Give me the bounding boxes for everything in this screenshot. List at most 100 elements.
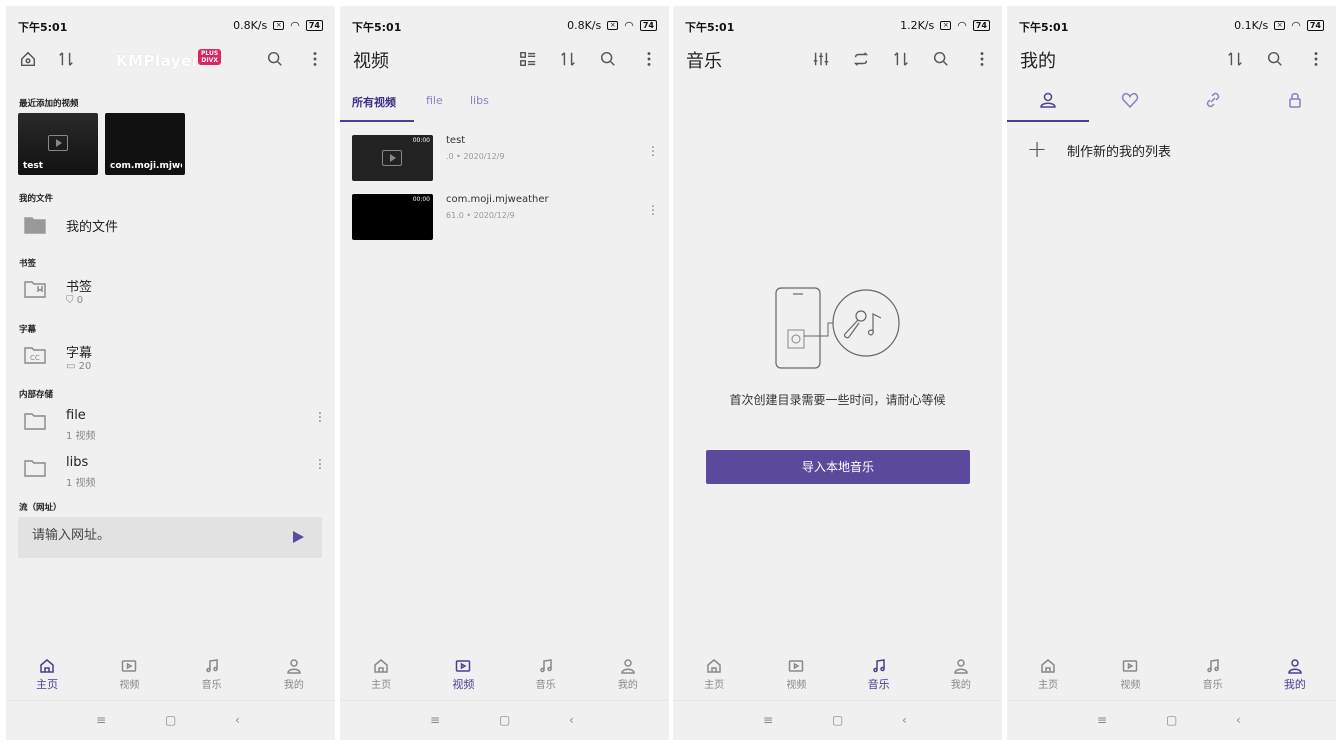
nav-video[interactable]: 视频: [1089, 654, 1171, 698]
tab-person-icon[interactable]: [1039, 91, 1061, 113]
folder-more-icon[interactable]: · · ·: [317, 407, 323, 429]
nav-home-label: 主页: [371, 680, 392, 691]
repeat-icon[interactable]: [849, 47, 873, 71]
video-list-item[interactable]: 00:00 com.moji.mjweather 61.0 • 2020/12/…: [340, 194, 669, 244]
folder-row[interactable]: file 1 视频 · · ·: [6, 404, 335, 444]
music-icon: [205, 659, 218, 673]
music-screen: 下午5:01 1.2K/s × ◠ 74 音乐 首次创建目录需要一些时间，请耐心等候 …: [673, 6, 1002, 740]
video-more-icon[interactable]: · · ·: [651, 201, 655, 222]
more-menu-icon[interactable]: [970, 47, 994, 71]
nav-video[interactable]: 视频: [755, 654, 837, 698]
nav-home-label: 主页: [704, 680, 725, 691]
video-tabs: 所有视频 file libs: [340, 86, 669, 122]
video-more-icon[interactable]: · · ·: [651, 142, 655, 163]
music-icon: [872, 659, 885, 673]
folder-more-icon[interactable]: · · ·: [317, 454, 323, 476]
page-title: 视频: [353, 51, 389, 72]
back-sys-icon[interactable]: ‹: [1236, 713, 1241, 727]
sort-icon[interactable]: [1223, 47, 1247, 71]
home-sys-icon[interactable]: ▢: [499, 713, 510, 727]
play-icon: [382, 150, 402, 166]
more-menu-icon[interactable]: [637, 47, 661, 71]
home-icon: [1041, 659, 1055, 673]
bottom-nav: 主页 视频 音乐 我的: [673, 654, 1002, 698]
app-bar: 音乐: [673, 44, 1002, 76]
search-icon[interactable]: [1263, 47, 1287, 71]
menu-sys-icon[interactable]: ≡: [430, 713, 440, 727]
nav-video-label: 视频: [1120, 680, 1141, 691]
mine-tabs: [1007, 86, 1336, 122]
mine-screen: 下午5:01 0.1K/s × ◠ 74 我的 + 制作新的我的列表 主页 视频 音乐…: [1007, 6, 1336, 740]
recent-video-thumb[interactable]: com.moji.mjweat: [105, 113, 185, 175]
tab-heart-icon[interactable]: [1121, 91, 1143, 113]
sort-icon[interactable]: [556, 47, 580, 71]
back-sys-icon[interactable]: ‹: [569, 713, 574, 727]
nav-music-label: 音乐: [535, 680, 556, 691]
nav-home[interactable]: 主页: [6, 654, 88, 698]
back-sys-icon[interactable]: ‹: [902, 713, 907, 727]
nav-mine[interactable]: 我的: [253, 654, 335, 698]
wifi-icon: ◠: [624, 19, 634, 32]
video-icon: [1123, 660, 1138, 672]
nav-video[interactable]: 视频: [422, 654, 504, 698]
new-list-label: 制作新的我的列表: [1067, 145, 1172, 160]
nav-home[interactable]: 主页: [1007, 654, 1089, 698]
nav-music[interactable]: 音乐: [1172, 654, 1254, 698]
nav-mine-label: 我的: [950, 680, 971, 691]
home-sys-icon[interactable]: ▢: [832, 713, 843, 727]
music-icon: [539, 659, 552, 673]
battery-icon: 74: [1306, 20, 1324, 31]
video-meta: .0 • 2020/12/9: [446, 152, 505, 161]
bookmarks-row[interactable]: 书签 ⛉ 0: [6, 272, 335, 312]
tab-all-videos[interactable]: 所有视频: [352, 94, 396, 110]
view-mode-icon[interactable]: [516, 47, 540, 71]
video-name: test: [446, 135, 466, 146]
search-icon[interactable]: [929, 47, 953, 71]
nav-mine[interactable]: 我的: [1254, 654, 1336, 698]
nav-music[interactable]: 音乐: [505, 654, 587, 698]
bookmarks-count: ⛉ 0: [66, 295, 84, 306]
search-icon[interactable]: [596, 47, 620, 71]
myfiles-title: 我的文件: [66, 220, 119, 235]
nav-music[interactable]: 音乐: [171, 654, 253, 698]
tab-lock-icon[interactable]: [1286, 91, 1308, 113]
sort-icon[interactable]: [54, 47, 78, 71]
subtitles-row[interactable]: CC 字幕 ▭ 20: [6, 338, 335, 378]
nav-mine[interactable]: 我的: [587, 654, 669, 698]
home-sys-icon[interactable]: ▢: [1166, 713, 1177, 727]
tab-libs[interactable]: libs: [470, 94, 489, 107]
menu-sys-icon[interactable]: ≡: [1097, 713, 1107, 727]
search-icon[interactable]: [263, 47, 287, 71]
equalizer-icon[interactable]: [809, 47, 833, 71]
more-menu-icon[interactable]: [1304, 47, 1328, 71]
recent-video-thumb[interactable]: test: [18, 113, 98, 175]
tab-indicator: [340, 120, 414, 122]
home-settings-icon[interactable]: [16, 47, 40, 71]
folder-row[interactable]: libs 1 视频 · · ·: [6, 451, 335, 491]
tab-link-icon[interactable]: [1204, 91, 1226, 113]
play-url-button[interactable]: [293, 531, 304, 543]
menu-sys-icon[interactable]: ≡: [763, 713, 773, 727]
tab-file[interactable]: file: [426, 94, 443, 107]
nav-music[interactable]: 音乐: [838, 654, 920, 698]
sort-icon[interactable]: [889, 47, 913, 71]
home-icon: [374, 659, 388, 673]
video-list-item[interactable]: 00:00 test .0 • 2020/12/9 · · ·: [340, 135, 669, 185]
nav-mine[interactable]: 我的: [920, 654, 1002, 698]
bookmark-folder-icon: [23, 278, 47, 300]
import-music-button[interactable]: 导入本地音乐: [706, 450, 970, 484]
nav-home[interactable]: 主页: [340, 654, 422, 698]
url-input[interactable]: [32, 528, 272, 543]
myfiles-row[interactable]: 我的文件: [6, 208, 335, 248]
video-duration: 00:00: [412, 137, 430, 144]
home-sys-icon[interactable]: ▢: [165, 713, 176, 727]
page-title: 我的: [1020, 51, 1056, 72]
subtitles-label: 字幕: [19, 325, 37, 335]
nav-video[interactable]: 视频: [88, 654, 170, 698]
menu-sys-icon[interactable]: ≡: [96, 713, 106, 727]
back-sys-icon[interactable]: ‹: [235, 713, 240, 727]
video-thumbnail: 00:00: [352, 194, 433, 240]
bookmarks-title: 书签: [66, 280, 93, 295]
nav-home[interactable]: 主页: [673, 654, 755, 698]
more-menu-icon[interactable]: [303, 47, 327, 71]
